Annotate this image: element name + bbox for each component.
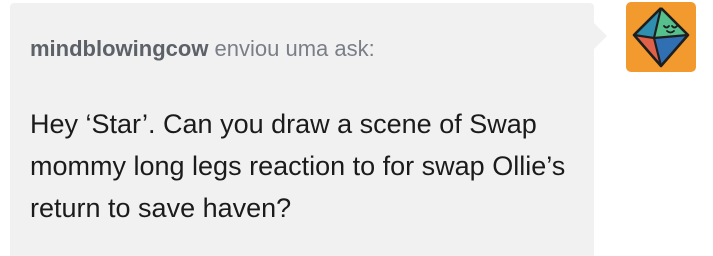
ask-action-text: enviou uma ask: <box>208 36 375 61</box>
ask-post: mindblowingcow enviou uma ask: Hey ‘Star… <box>0 0 713 256</box>
octahedron-face-icon <box>632 7 690 68</box>
ask-bubble: mindblowingcow enviou uma ask: Hey ‘Star… <box>10 3 607 256</box>
ask-header: mindblowingcow enviou uma ask: <box>30 36 375 62</box>
ask-body-text: Hey ‘Star’. Can you draw a scene of Swap… <box>30 109 566 223</box>
avatar[interactable] <box>626 2 696 72</box>
asker-name-link[interactable]: mindblowingcow <box>30 36 208 61</box>
